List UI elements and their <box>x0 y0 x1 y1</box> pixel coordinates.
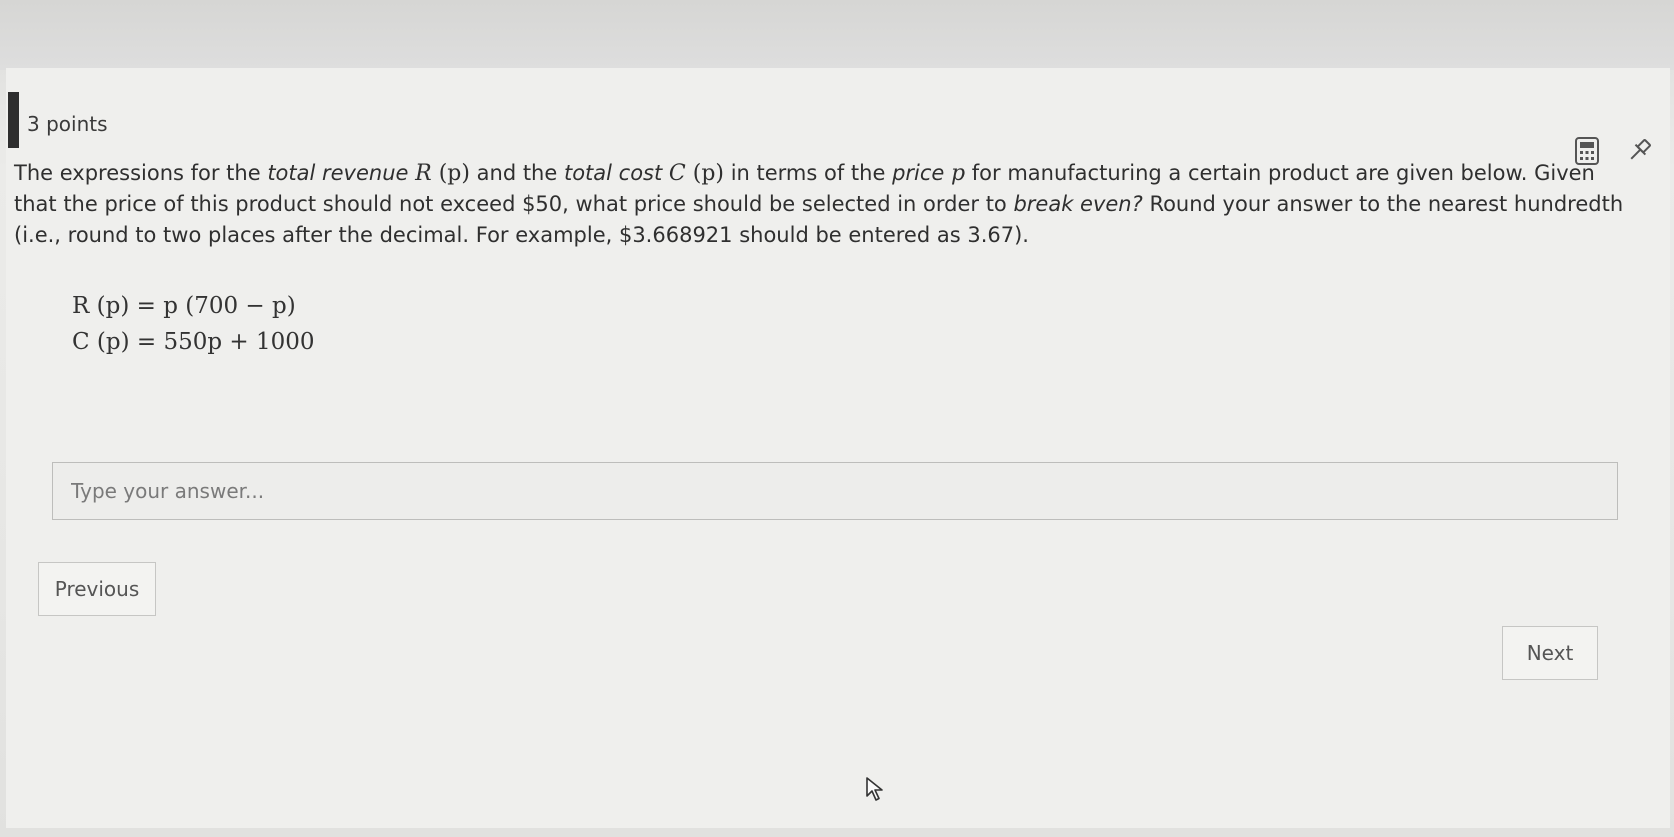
question-text: The expressions for the total revenue R … <box>14 158 1644 251</box>
term-break-even: break even? <box>1013 192 1143 216</box>
previous-button[interactable]: Previous <box>38 562 156 616</box>
math-revenue: R (p) <box>415 161 470 186</box>
next-button[interactable]: Next <box>1502 626 1598 680</box>
question-text-3: in terms of the <box>724 161 893 185</box>
term-total-cost: total cost <box>563 161 663 185</box>
term-price: price <box>892 161 945 185</box>
math-price: p <box>951 161 966 186</box>
points-label: 3 points <box>27 112 108 136</box>
equation-cost: C (p) = 550p + 1000 <box>72 329 315 355</box>
math-cost: C (p) <box>668 161 725 186</box>
equation-revenue: R (p) = p (700 − p) <box>72 293 296 319</box>
screen: 3 points The expressions for the total r… <box>0 0 1674 837</box>
mouse-cursor-icon <box>865 776 887 802</box>
top-band <box>0 0 1674 70</box>
answer-box <box>52 462 1618 520</box>
answer-input[interactable] <box>53 463 1617 519</box>
equations: R (p) = p (700 − p) C (p) = 550p + 1000 <box>72 288 315 360</box>
question-text-1: The expressions for the <box>14 161 268 185</box>
question-marker <box>8 92 19 148</box>
question-text-2: and the <box>469 161 564 185</box>
term-total-revenue: total revenue <box>267 161 409 185</box>
